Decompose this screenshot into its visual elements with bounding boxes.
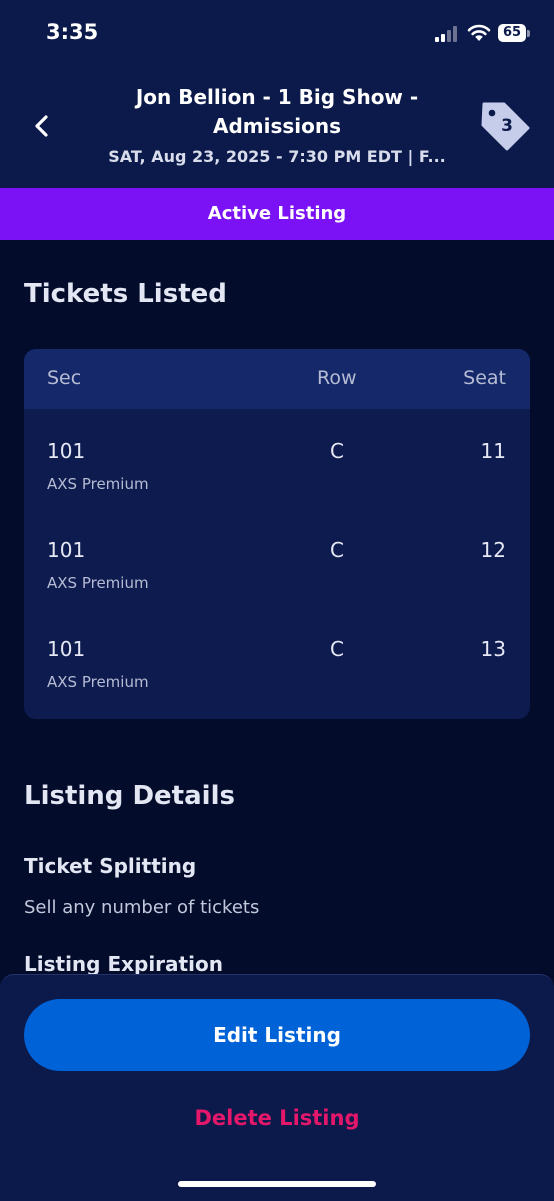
battery-icon: 65 bbox=[498, 24, 526, 42]
cellular-signal-icon bbox=[435, 26, 461, 42]
wifi-icon bbox=[467, 24, 491, 41]
ticket-splitting-value: Sell any number of tickets bbox=[24, 897, 260, 918]
chevron-left-icon[interactable] bbox=[28, 112, 56, 140]
tickets-listed-heading: Tickets Listed bbox=[24, 279, 227, 309]
column-header-row: Row bbox=[317, 367, 357, 389]
ticket-section: 101 bbox=[47, 439, 86, 463]
ticket-seat: 11 bbox=[480, 439, 506, 463]
delete-listing-button[interactable]: Delete Listing bbox=[150, 1106, 404, 1130]
listing-expiration-label: Listing Expiration bbox=[24, 952, 223, 976]
tickets-table-header: Sec Row Seat bbox=[24, 349, 530, 409]
ticket-type: AXS Premium bbox=[47, 574, 149, 592]
ticket-section: 101 bbox=[47, 637, 86, 661]
ticket-type: AXS Premium bbox=[47, 673, 149, 691]
event-subtitle: SAT, Aug 23, 2025 - 7:30 PM EDT | F... bbox=[108, 147, 446, 166]
ticket-seat: 13 bbox=[480, 637, 506, 661]
listing-details-heading: Listing Details bbox=[24, 781, 235, 811]
ticket-section: 101 bbox=[47, 538, 86, 562]
ticket-type: AXS Premium bbox=[47, 475, 149, 493]
event-title: Jon Bellion - 1 Big Show - Admissions bbox=[135, 85, 419, 138]
status-time: 3:35 bbox=[46, 20, 99, 44]
tag-count-badge: 3 bbox=[501, 116, 513, 136]
column-header-seat: Seat bbox=[463, 367, 506, 389]
ticket-row: C bbox=[330, 637, 344, 661]
ticket-seat: 12 bbox=[480, 538, 506, 562]
active-listing-banner: Active Listing bbox=[0, 188, 554, 240]
ticket-row: C bbox=[330, 538, 344, 562]
battery-nub bbox=[527, 30, 530, 37]
column-header-sec: Sec bbox=[47, 367, 82, 389]
home-indicator[interactable] bbox=[178, 1181, 376, 1187]
ticket-splitting-label: Ticket Splitting bbox=[24, 854, 197, 878]
ticket-row: C bbox=[330, 439, 344, 463]
edit-listing-button[interactable]: Edit Listing bbox=[24, 999, 530, 1071]
status-bar: 3:35 65 bbox=[0, 0, 554, 70]
tickets-table: Sec Row Seat 101 AXS Premium C 11 101 AX… bbox=[24, 349, 530, 719]
